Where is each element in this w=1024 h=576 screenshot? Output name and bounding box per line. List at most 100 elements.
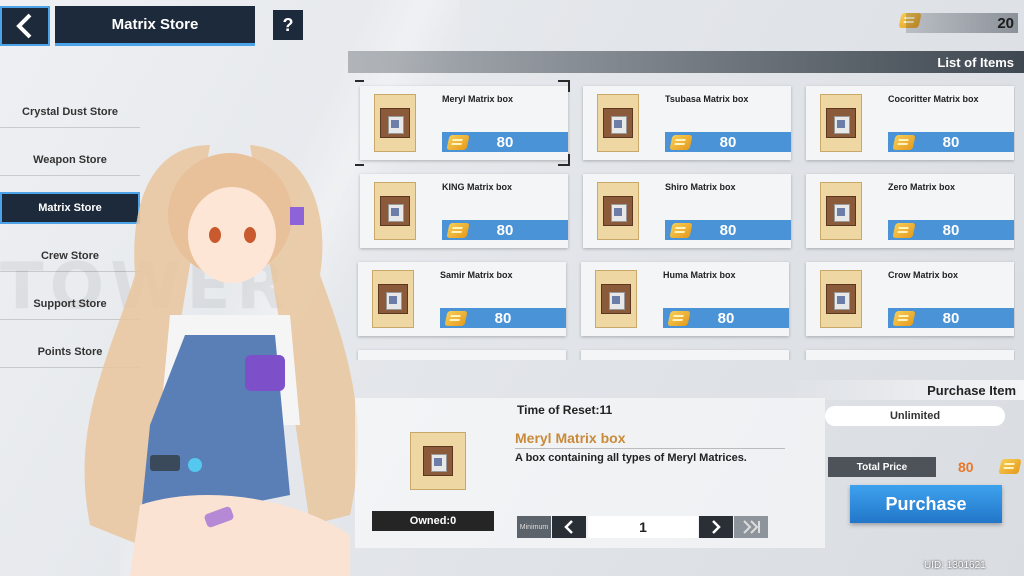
item-thumbnail [820,182,862,240]
matrix-box-icon [603,196,633,226]
detail-item-name: Meryl Matrix box [515,430,785,449]
item-card-meryl[interactable]: Meryl Matrix box 80 [360,86,568,160]
chevron-right-icon [712,520,721,534]
item-card-shiro[interactable]: Shiro Matrix box 80 [583,174,791,248]
item-price-value: 80 [942,133,960,151]
matrix-box-icon [423,446,453,476]
matrix-box-icon [826,284,856,314]
item-price: 80 [442,220,568,240]
currency-coin-icon [669,135,693,150]
item-thumbnail [597,182,639,240]
matrix-box-icon [826,108,856,138]
selection-corner [558,154,570,166]
item-price: 80 [888,308,1014,328]
help-button[interactable]: ? [273,10,303,40]
item-name: Cocoritter Matrix box [888,94,979,104]
user-id: UID: 1301621 [924,560,986,571]
item-card-samir[interactable]: Samir Matrix box 80 [358,262,566,336]
matrix-box-icon [380,108,410,138]
detail-item-description: A box containing all types of Meryl Matr… [515,452,747,464]
item-name: KING Matrix box [442,182,513,192]
reset-time: Time of Reset:11 [517,403,613,417]
item-grid: Meryl Matrix box 80 Tsubasa Matrix box 8… [355,80,1015,360]
item-card-partial[interactable] [358,350,566,360]
minimum-quantity-button[interactable]: Minimum [517,516,551,538]
currency-coin-icon [667,311,691,326]
purchase-limit: Unlimited [825,406,1005,426]
item-thumbnail [820,94,862,152]
decrease-quantity-button[interactable] [552,516,586,538]
item-thumbnail [374,94,416,152]
total-price-label: Total Price [828,457,936,477]
item-thumbnail [597,94,639,152]
item-price: 80 [442,132,568,152]
selection-corner [558,80,570,92]
item-card-crow[interactable]: Crow Matrix box 80 [806,262,1014,336]
item-thumbnail [372,270,414,328]
item-price: 80 [888,132,1014,152]
currency-coin-icon [444,311,468,326]
item-card-zero[interactable]: Zero Matrix box 80 [806,174,1014,248]
currency-coin-icon [892,311,916,326]
owned-count: Owned:0 [372,511,494,531]
item-name: Shiro Matrix box [665,182,736,192]
chevron-left-icon [564,520,573,534]
back-button[interactable] [0,6,50,46]
item-card-king[interactable]: KING Matrix box 80 [360,174,568,248]
sidebar-item-crystal-dust-store[interactable]: Crystal Dust Store [0,96,140,128]
matrix-box-icon [601,284,631,314]
matrix-box-icon [826,196,856,226]
maximum-quantity-button[interactable] [734,516,768,538]
matrix-box-icon [603,108,633,138]
item-price-value: 80 [942,221,960,239]
detail-thumbnail [410,432,466,490]
item-price-value: 80 [717,309,735,327]
item-card-cocoritter[interactable]: Cocoritter Matrix box 80 [806,86,1014,160]
currency-coin-icon [892,223,916,238]
chevron-left-icon [16,13,32,39]
page-title: Matrix Store [55,6,255,46]
quantity-field[interactable]: 1 [588,516,698,538]
item-name: Huma Matrix box [663,270,736,280]
selection-corner [355,154,364,166]
double-chevron-right-icon [743,520,760,534]
item-thumbnail [374,182,416,240]
selection-corner [355,80,364,92]
increase-quantity-button[interactable] [699,516,733,538]
character-illustration [84,145,359,576]
item-name: Meryl Matrix box [442,94,514,104]
item-price-value: 80 [496,133,514,151]
item-price-value: 80 [942,309,960,327]
purchase-header: Purchase Item [780,380,1024,400]
purchase-button[interactable]: Purchase [850,485,1002,523]
item-price: 80 [665,220,791,240]
item-name: Tsubasa Matrix box [665,94,749,104]
total-price-value: 80 [958,459,974,475]
currency-coin-icon [446,135,470,150]
item-name: Samir Matrix box [440,270,513,280]
item-name: Zero Matrix box [888,182,956,192]
currency-coin-icon [669,223,693,238]
currency-coin-icon [892,135,916,150]
item-card-huma[interactable]: Huma Matrix box 80 [581,262,789,336]
item-card-partial[interactable] [581,350,789,360]
item-card-tsubasa[interactable]: Tsubasa Matrix box 80 [583,86,791,160]
item-price: 80 [663,308,789,328]
item-price-value: 80 [719,221,737,239]
item-thumbnail [820,270,862,328]
currency-coin-icon [446,223,470,238]
item-name: Crow Matrix box [888,270,959,280]
item-thumbnail [595,270,637,328]
item-price-value: 80 [496,221,514,239]
item-price-value: 80 [494,309,512,327]
list-header: List of Items [348,51,1024,73]
item-price: 80 [440,308,566,328]
matrix-box-icon [380,196,410,226]
currency-coin-icon [998,459,1022,474]
item-price-value: 80 [719,133,737,151]
matrix-box-icon [378,284,408,314]
item-price: 80 [665,132,791,152]
item-price: 80 [888,220,1014,240]
item-card-partial[interactable] [806,350,1014,360]
currency-amount: 20 [906,13,1018,33]
